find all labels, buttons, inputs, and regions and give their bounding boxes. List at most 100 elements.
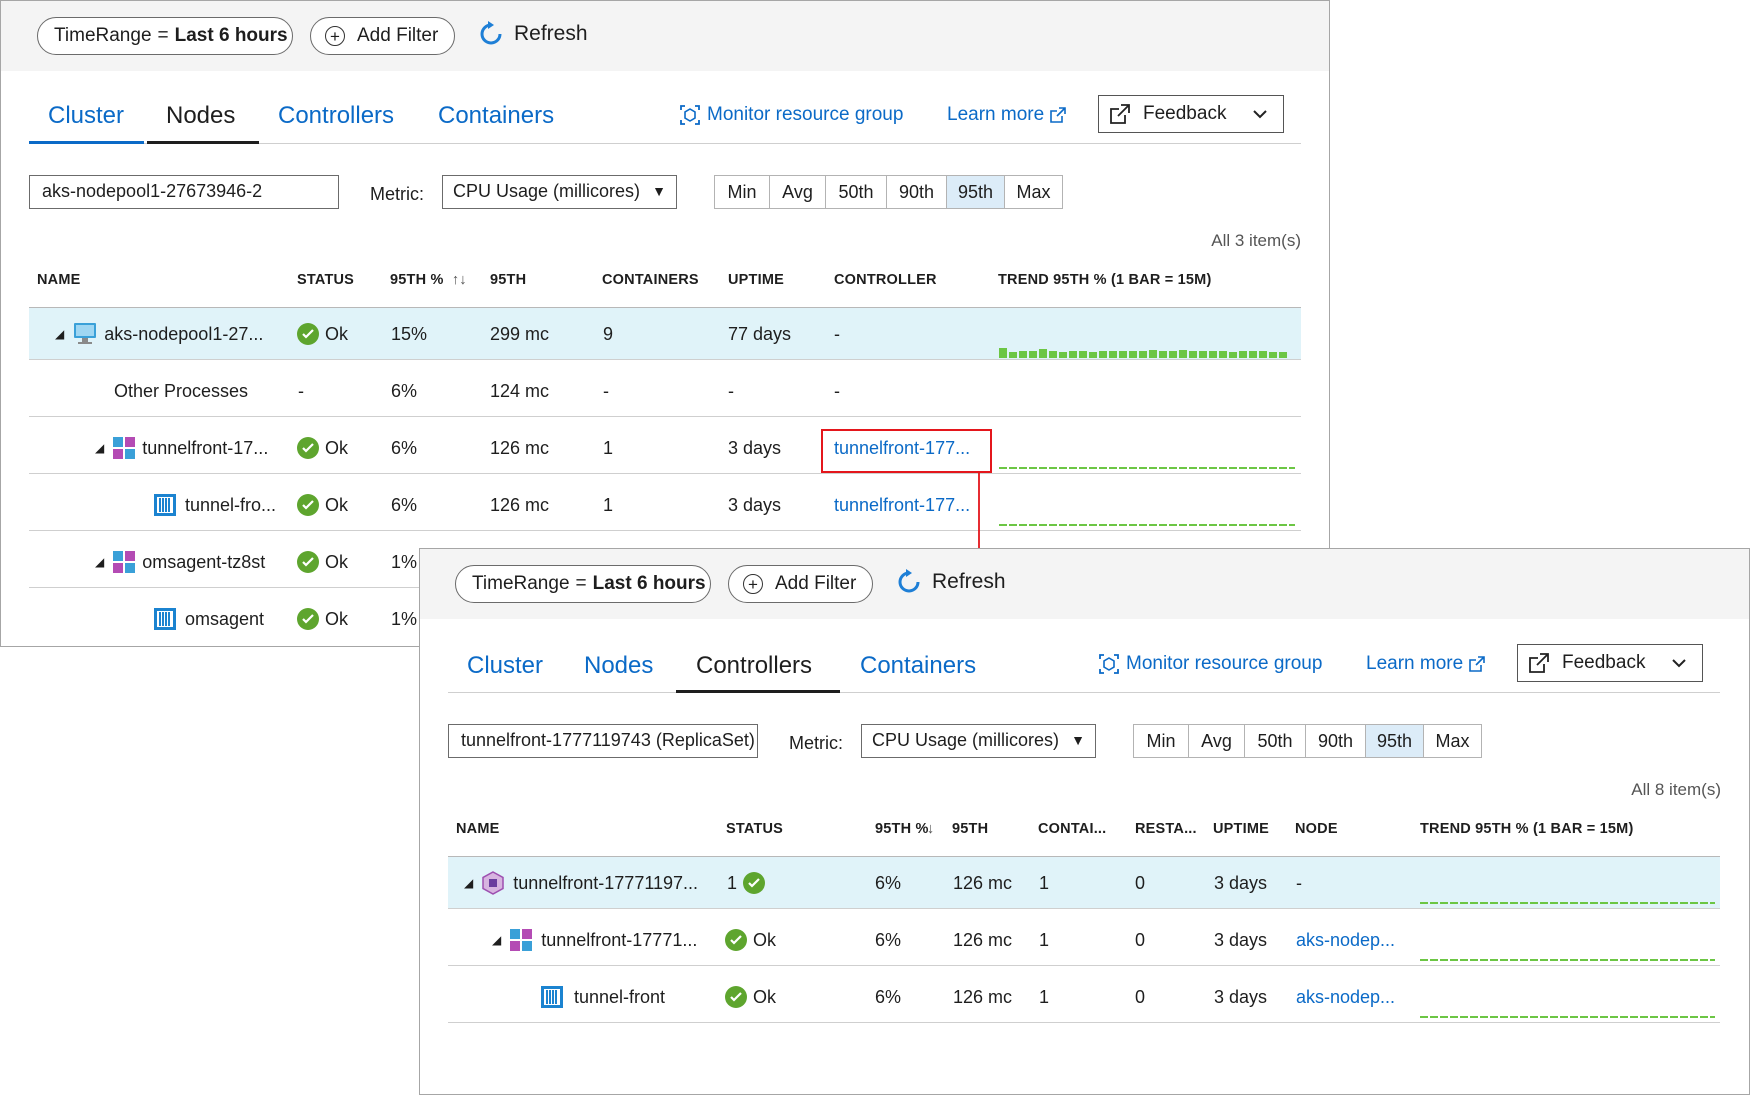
percentile-50th[interactable]: 50th bbox=[826, 176, 887, 208]
learn-more-link[interactable]: Learn more bbox=[947, 104, 1066, 126]
dropdown-arrow-icon: ▼ bbox=[652, 183, 666, 199]
percentile-90th[interactable]: 90th bbox=[887, 176, 947, 208]
trend-sparkline bbox=[999, 524, 1295, 526]
row-name: tunnel-front bbox=[540, 971, 665, 1023]
highlight-box bbox=[821, 429, 992, 473]
percentile-min[interactable]: Min bbox=[715, 176, 770, 208]
col-trend[interactable]: TREND 95TH % (1 BAR = 15M) bbox=[1420, 821, 1633, 837]
time-range-eq: = bbox=[157, 25, 169, 46]
table-row[interactable]: tunnel-fro... Ok 6% 126 mc 1 3 days tunn… bbox=[29, 479, 1301, 531]
add-filter-button[interactable]: + Add Filter bbox=[310, 17, 455, 55]
row-name: ◢ tunnelfront-17771... bbox=[492, 914, 697, 966]
table-row[interactable]: ◢ aks-nodepool1-27... Ok 15% 299 mc 9 77… bbox=[29, 308, 1301, 360]
feedback-button[interactable]: Feedback bbox=[1098, 95, 1284, 133]
row-controller-link[interactable]: tunnelfront-177... bbox=[834, 479, 970, 531]
col-name[interactable]: NAME bbox=[37, 272, 81, 288]
collapse-icon[interactable]: ◢ bbox=[95, 441, 104, 455]
tab-containers[interactable]: Containers bbox=[860, 652, 976, 680]
col-95th[interactable]: 95TH bbox=[952, 821, 988, 837]
tab-controllers[interactable]: Controllers bbox=[278, 102, 394, 130]
row-95th: 126 mc bbox=[490, 437, 550, 458]
percentile-95th[interactable]: 95th bbox=[1366, 725, 1424, 757]
col-95th-pct[interactable]: 95TH % ↑↓ bbox=[390, 272, 467, 288]
collapse-icon[interactable]: ◢ bbox=[55, 327, 64, 341]
percentile-avg[interactable]: Avg bbox=[770, 176, 826, 208]
row-name-text: tunnel-fro... bbox=[185, 494, 277, 515]
feedback-button[interactable]: Feedback bbox=[1517, 644, 1703, 682]
tab-cluster[interactable]: Cluster bbox=[467, 652, 543, 680]
col-95th-pct[interactable]: 95TH % ↓ bbox=[875, 821, 934, 837]
tab-underline-left bbox=[29, 141, 144, 144]
learn-more-link[interactable]: Learn more bbox=[1366, 653, 1485, 675]
percentile-max[interactable]: Max bbox=[1424, 725, 1481, 757]
table-row[interactable]: ◢ tunnelfront-17771197... 1 6% 126 mc 1 … bbox=[448, 857, 1720, 909]
col-status[interactable]: STATUS bbox=[297, 272, 354, 288]
row-name-text: Other Processes bbox=[114, 380, 249, 401]
row-uptime: 3 days bbox=[1214, 872, 1268, 893]
tab-nodes[interactable]: Nodes bbox=[166, 102, 235, 130]
tab-containers[interactable]: Containers bbox=[438, 102, 554, 130]
collapse-icon[interactable]: ◢ bbox=[464, 876, 473, 890]
metric-dropdown[interactable]: CPU Usage (millicores) ▼ bbox=[861, 724, 1096, 758]
table-row[interactable]: ◢ tunnelfront-17... Ok 6% 126 mc 1 3 day… bbox=[29, 422, 1301, 474]
col-containers[interactable]: CONTAI... bbox=[1038, 821, 1106, 837]
metric-dropdown[interactable]: CPU Usage (millicores) ▼ bbox=[442, 175, 677, 209]
table-row[interactable]: tunnel-front Ok 6% 126 mc 1 0 3 days aks… bbox=[448, 971, 1720, 1023]
row-node-link[interactable]: aks-nodep... bbox=[1296, 971, 1395, 1023]
percentile-max[interactable]: Max bbox=[1005, 176, 1062, 208]
col-status[interactable]: STATUS bbox=[726, 821, 783, 837]
percentile-avg[interactable]: Avg bbox=[1189, 725, 1245, 757]
ok-check-icon bbox=[725, 986, 747, 1008]
tab-divider bbox=[448, 692, 1720, 693]
col-restarts[interactable]: RESTA... bbox=[1135, 821, 1197, 837]
col-trend[interactable]: TREND 95TH % (1 BAR = 15M) bbox=[998, 272, 1211, 288]
monitor-resource-group-link[interactable]: Monitor resource group bbox=[1098, 653, 1322, 675]
trend-sparkline bbox=[1420, 902, 1715, 904]
tab-controllers[interactable]: Controllers bbox=[696, 652, 812, 680]
search-input[interactable]: tunnelfront-1777119743 (ReplicaSet) bbox=[448, 724, 758, 758]
percentile-50th[interactable]: 50th bbox=[1245, 725, 1306, 757]
col-containers[interactable]: CONTAINERS bbox=[602, 272, 699, 288]
row-name: ◢ tunnelfront-17771197... bbox=[464, 857, 698, 909]
col-name[interactable]: NAME bbox=[456, 821, 500, 837]
row-status: Ok bbox=[297, 308, 348, 360]
col-95th[interactable]: 95TH bbox=[490, 272, 526, 288]
table-row[interactable]: Other Processes - 6% 124 mc - - - bbox=[29, 365, 1301, 417]
refresh-button[interactable]: Refresh bbox=[896, 569, 1006, 595]
tab-underline-active bbox=[676, 690, 840, 693]
row-node-link[interactable]: aks-nodep... bbox=[1296, 914, 1395, 966]
plus-icon: + bbox=[743, 574, 763, 594]
monitor-resource-group-link[interactable]: Monitor resource group bbox=[679, 104, 903, 126]
collapse-icon[interactable]: ◢ bbox=[492, 933, 501, 947]
search-input[interactable]: aks-nodepool1-27673946-2 bbox=[29, 175, 339, 209]
feedback-label: Feedback bbox=[1562, 652, 1646, 673]
time-range-pill[interactable]: TimeRange = Last 6 hours bbox=[37, 17, 293, 55]
row-95th-pct: 6% bbox=[391, 494, 418, 515]
refresh-button[interactable]: Refresh bbox=[478, 21, 588, 47]
refresh-label: Refresh bbox=[514, 22, 588, 45]
time-range-pill[interactable]: TimeRange = Last 6 hours bbox=[455, 565, 711, 603]
replicaset-icon bbox=[482, 871, 504, 895]
row-containers: 1 bbox=[603, 494, 614, 515]
percentile-90th[interactable]: 90th bbox=[1306, 725, 1366, 757]
table-row[interactable]: ◢ tunnelfront-17771... Ok 6% 126 mc 1 0 … bbox=[448, 914, 1720, 966]
col-node[interactable]: NODE bbox=[1295, 821, 1338, 837]
tab-nodes[interactable]: Nodes bbox=[584, 652, 653, 680]
trend-sparkline bbox=[999, 348, 1287, 358]
external-link-icon bbox=[1469, 656, 1485, 672]
tab-cluster[interactable]: Cluster bbox=[48, 102, 124, 130]
row-status-text: Ok bbox=[753, 986, 777, 1007]
percentile-95th[interactable]: 95th bbox=[947, 176, 1005, 208]
col-uptime[interactable]: UPTIME bbox=[1213, 821, 1269, 837]
col-controller[interactable]: CONTROLLER bbox=[834, 272, 937, 288]
col-uptime[interactable]: UPTIME bbox=[728, 272, 784, 288]
feedback-icon bbox=[1110, 104, 1130, 124]
item-count: All 3 item(s) bbox=[1211, 231, 1301, 250]
collapse-icon[interactable]: ◢ bbox=[95, 555, 104, 569]
add-filter-button[interactable]: + Add Filter bbox=[728, 565, 873, 603]
sort-icon: ↑↓ bbox=[451, 272, 467, 288]
percentile-min[interactable]: Min bbox=[1134, 725, 1189, 757]
row-name: ◢ omsagent-tz8st bbox=[95, 536, 265, 588]
container-icon bbox=[541, 986, 563, 1008]
refresh-icon bbox=[898, 569, 920, 593]
